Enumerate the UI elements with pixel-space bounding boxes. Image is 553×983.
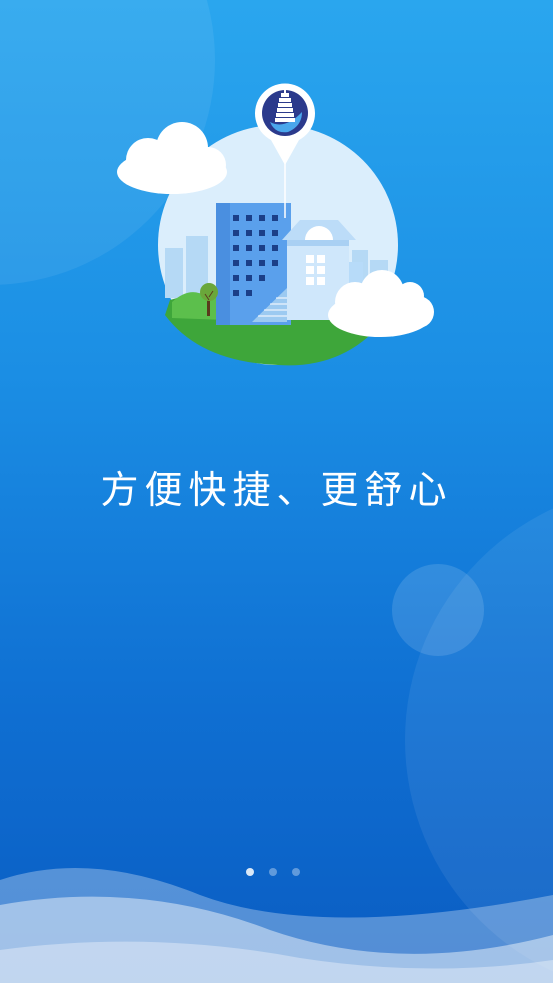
bottom-waves	[0, 868, 553, 983]
onboarding-headline: 方便快捷、更舒心	[100, 468, 453, 512]
hero-illustration	[117, 83, 434, 366]
onboarding-screen: 方便快捷、更舒心	[0, 0, 553, 983]
cloud-icon	[117, 122, 227, 194]
